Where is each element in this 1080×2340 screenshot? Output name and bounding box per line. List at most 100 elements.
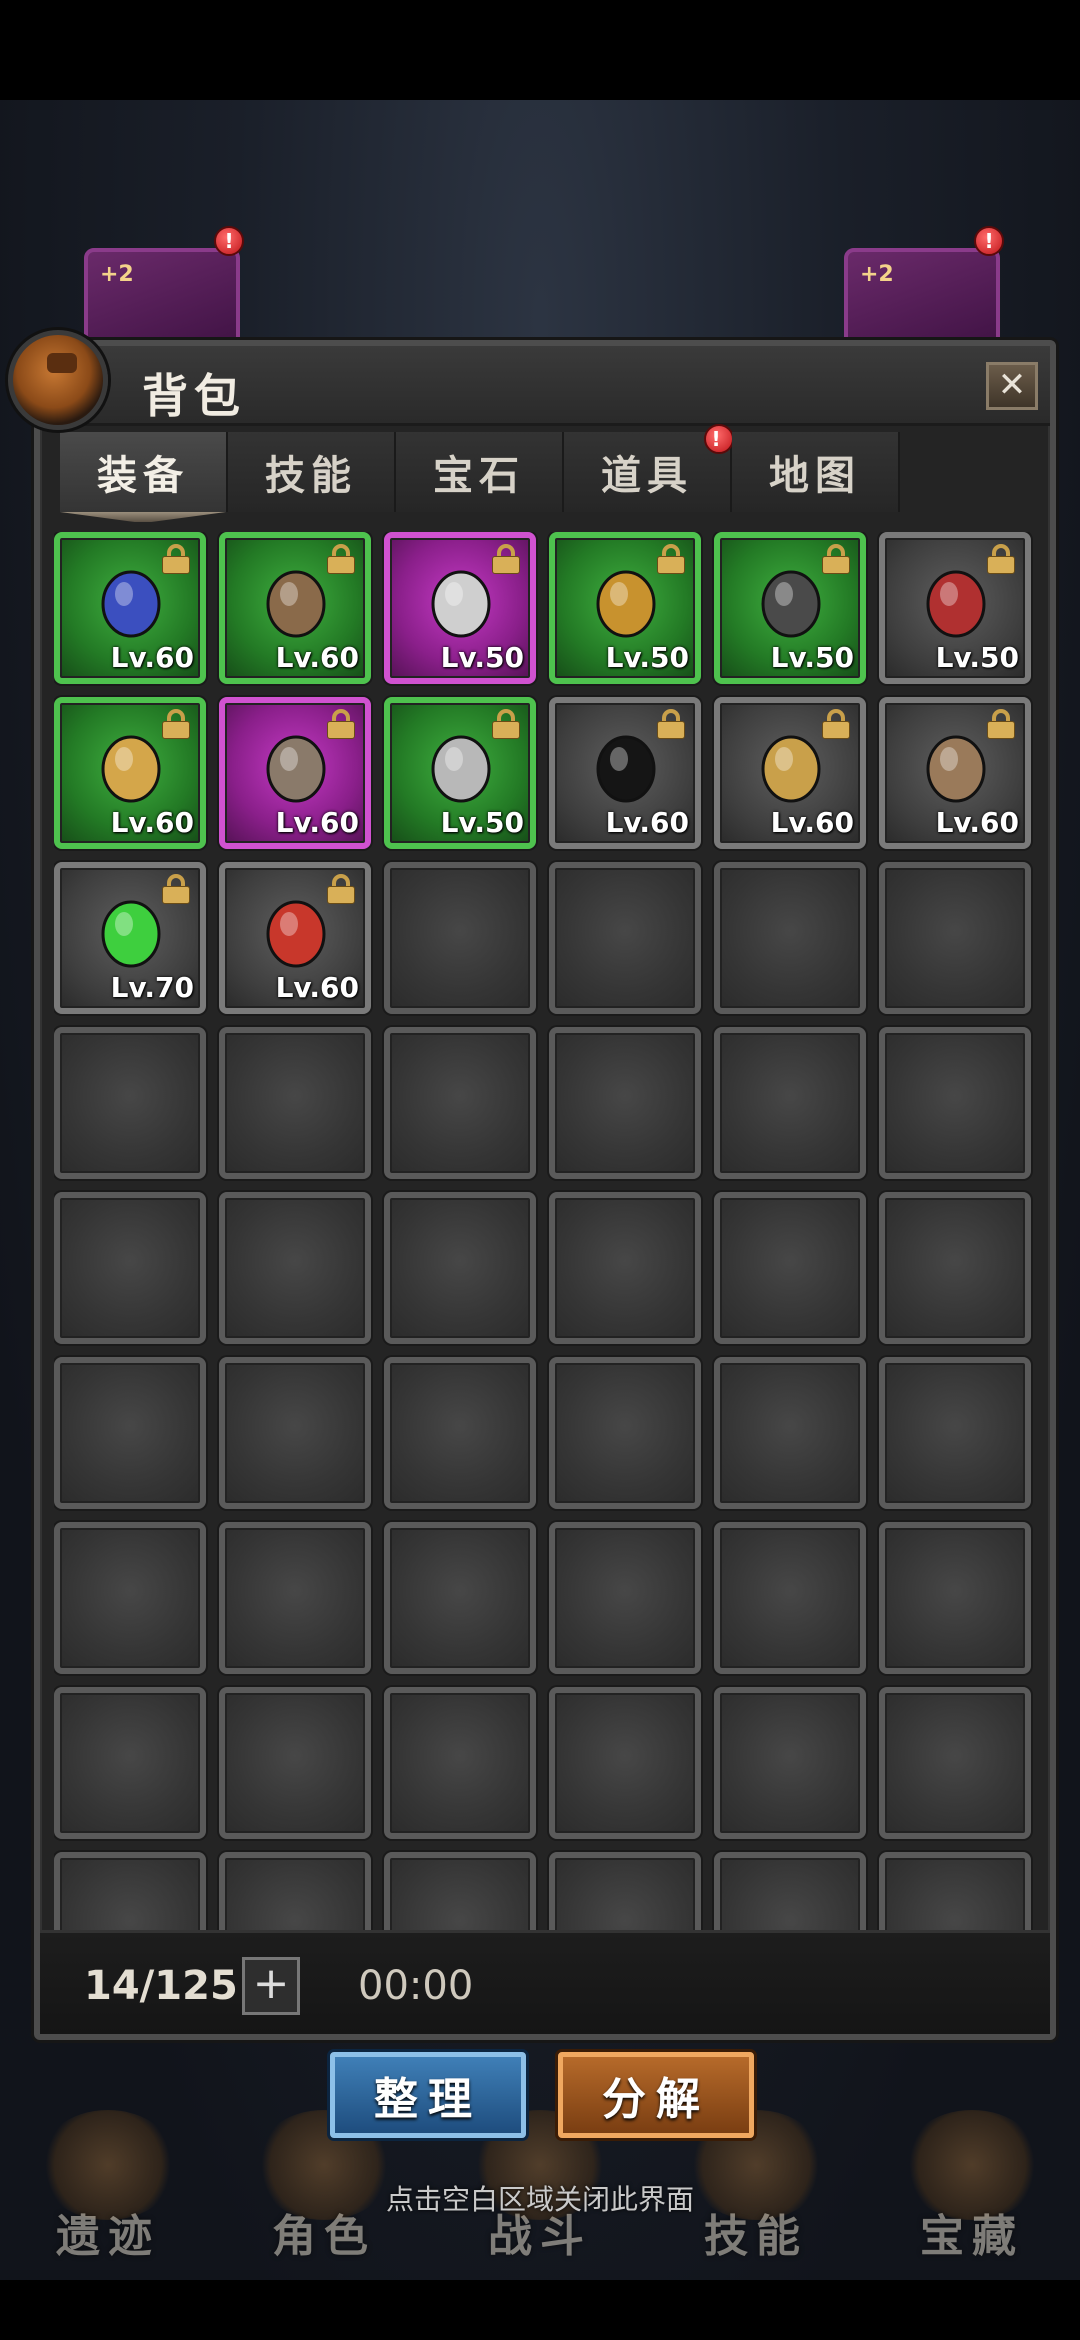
tab-label: 装备 <box>97 453 189 499</box>
empty-slot[interactable] <box>714 1687 866 1839</box>
empty-slot[interactable] <box>879 1852 1031 1938</box>
empty-slot[interactable] <box>54 1522 206 1674</box>
empty-slot[interactable] <box>54 1852 206 1938</box>
red-helmet-icon <box>919 560 993 642</box>
lock-icon <box>162 874 190 904</box>
item-slot[interactable]: Lv.50 <box>384 697 536 849</box>
tab-equipment[interactable]: 装备 <box>60 432 228 512</box>
empty-slot[interactable] <box>54 1192 206 1344</box>
lock-icon <box>162 544 190 574</box>
empty-slot[interactable] <box>879 1192 1031 1344</box>
item-level: Lv.50 <box>935 641 1019 674</box>
expand-capacity-button[interactable]: + <box>242 1957 300 2015</box>
item-slot[interactable]: Lv.60 <box>219 862 371 1014</box>
item-slot[interactable]: Lv.70 <box>54 862 206 1014</box>
item-level: Lv.60 <box>770 806 854 839</box>
empty-slot[interactable] <box>549 1687 701 1839</box>
empty-slot[interactable] <box>549 1357 701 1509</box>
tab-bar: 装备 技能 宝石 道具! 地图 <box>60 424 900 518</box>
empty-slot[interactable] <box>549 1852 701 1938</box>
empty-slot[interactable] <box>384 1522 536 1674</box>
item-level: Lv.60 <box>110 806 194 839</box>
empty-slot[interactable] <box>219 1357 371 1509</box>
tab-gems[interactable]: 宝石 <box>396 432 564 512</box>
empty-slot[interactable] <box>549 862 701 1014</box>
empty-slot[interactable] <box>219 1687 371 1839</box>
empty-slot[interactable] <box>714 1027 866 1179</box>
tab-items[interactable]: 道具! <box>564 424 734 512</box>
empty-slot[interactable] <box>549 1522 701 1674</box>
silver-cuirass-icon <box>424 725 498 807</box>
empty-slot[interactable] <box>219 1027 371 1179</box>
empty-slot[interactable] <box>54 1357 206 1509</box>
sort-button[interactable]: 整理 <box>330 2052 526 2138</box>
enhance-badge: +2 <box>100 262 134 287</box>
item-slot[interactable]: Lv.50 <box>384 532 536 684</box>
item-slot[interactable]: Lv.60 <box>54 532 206 684</box>
item-slot[interactable]: Lv.50 <box>714 532 866 684</box>
item-slot[interactable]: Lv.60 <box>714 697 866 849</box>
empty-slot[interactable] <box>714 1852 866 1938</box>
empty-slot[interactable] <box>714 862 866 1014</box>
gauntlets-icon <box>94 560 168 642</box>
empty-slot[interactable] <box>549 1192 701 1344</box>
empty-slot[interactable] <box>879 1357 1031 1509</box>
decompose-button[interactable]: 分解 <box>558 2052 754 2138</box>
empty-slot[interactable] <box>384 1357 536 1509</box>
alert-icon: ! <box>704 424 734 454</box>
inventory-grid-viewport[interactable]: Lv.60 Lv.60 Lv.50 Lv.50 Lv.50 Lv.50 Lv.60 Lv.60… <box>54 532 1036 1938</box>
leather-armor-icon <box>919 725 993 807</box>
lock-icon <box>657 544 685 574</box>
item-level: Lv.50 <box>440 806 524 839</box>
item-slot[interactable]: Lv.60 <box>549 697 701 849</box>
lock-icon <box>822 544 850 574</box>
empty-slot[interactable] <box>879 1027 1031 1179</box>
empty-slot[interactable] <box>879 1522 1031 1674</box>
onyx-ring-icon <box>754 725 828 807</box>
empty-slot[interactable] <box>219 1522 371 1674</box>
lock-icon <box>327 544 355 574</box>
tab-map[interactable]: 地图 <box>732 432 900 512</box>
empty-slot[interactable] <box>879 1687 1031 1839</box>
empty-slot[interactable] <box>219 1852 371 1938</box>
item-level: Lv.50 <box>770 641 854 674</box>
item-slot[interactable]: Lv.50 <box>879 532 1031 684</box>
item-slot[interactable]: Lv.60 <box>219 697 371 849</box>
item-level: Lv.60 <box>110 641 194 674</box>
empty-slot[interactable] <box>384 1027 536 1179</box>
empty-slot[interactable] <box>549 1027 701 1179</box>
lock-icon <box>162 709 190 739</box>
tab-label: 地图 <box>769 453 861 499</box>
item-slot[interactable]: Lv.60 <box>879 697 1031 849</box>
close-hint[interactable]: 点击空白区域关闭此界面 <box>0 2178 1080 2218</box>
lock-icon <box>327 709 355 739</box>
item-slot[interactable]: Lv.60 <box>54 697 206 849</box>
empty-slot[interactable] <box>714 1357 866 1509</box>
inventory-grid: Lv.60 Lv.60 Lv.50 Lv.50 Lv.50 Lv.50 Lv.60 Lv.60… <box>54 532 1036 1938</box>
empty-slot[interactable] <box>384 1687 536 1839</box>
close-button[interactable]: ✕ <box>986 362 1038 410</box>
tab-skills[interactable]: 技能 <box>228 432 396 512</box>
empty-slot[interactable] <box>384 1852 536 1938</box>
item-level: Lv.60 <box>275 971 359 1004</box>
lock-icon <box>987 544 1015 574</box>
empty-slot[interactable] <box>879 862 1031 1014</box>
tab-label: 道具 <box>601 453 693 499</box>
empty-slot[interactable] <box>714 1192 866 1344</box>
alert-icon: ! <box>214 226 244 256</box>
black-pendant-icon <box>589 725 663 807</box>
empty-slot[interactable] <box>54 1687 206 1839</box>
panel-header: 背包 ✕ <box>40 346 1050 426</box>
empty-slot[interactable] <box>54 1027 206 1179</box>
enhance-badge: +2 <box>860 262 894 287</box>
item-slot[interactable]: Lv.50 <box>549 532 701 684</box>
item-slot[interactable]: Lv.60 <box>219 532 371 684</box>
lock-icon <box>822 709 850 739</box>
item-level: Lv.70 <box>110 971 194 1004</box>
empty-slot[interactable] <box>384 1192 536 1344</box>
alert-icon: ! <box>974 226 1004 256</box>
empty-slot[interactable] <box>219 1192 371 1344</box>
empty-slot[interactable] <box>384 862 536 1014</box>
empty-slot[interactable] <box>714 1522 866 1674</box>
horned-armor-icon <box>259 725 333 807</box>
